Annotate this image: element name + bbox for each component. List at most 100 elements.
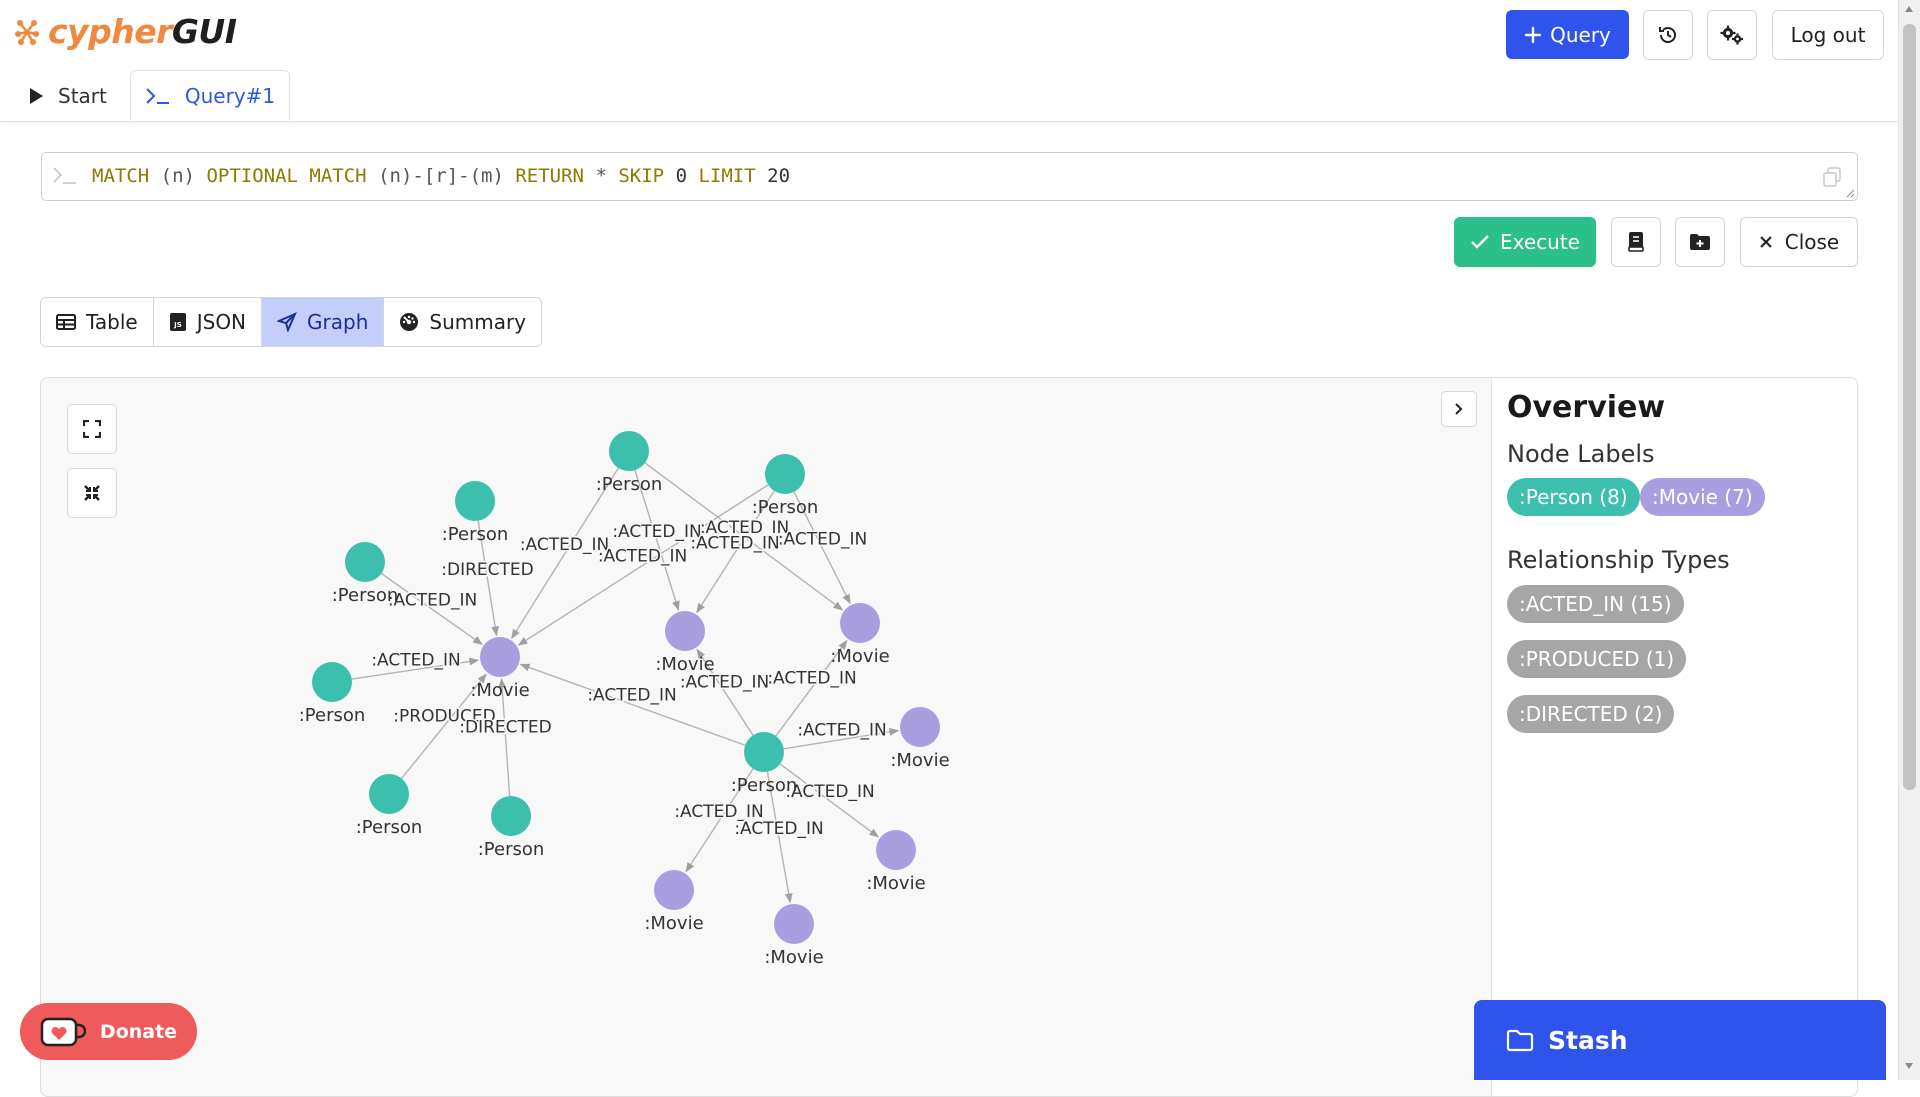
graph-edge-label: :DIRECTED — [459, 718, 551, 738]
donate-button[interactable]: Donate — [20, 1003, 197, 1060]
svg-text:JS: JS — [173, 321, 182, 329]
graph-node-person-P4[interactable]: :Person — [332, 542, 399, 606]
graph-node-label: :Movie — [890, 750, 949, 771]
logo-text-part1: cypher — [48, 12, 172, 51]
settings-button[interactable] — [1707, 10, 1757, 60]
collapse-sidebar-button[interactable] — [1441, 391, 1477, 427]
graph-edge-label: :ACTED_IN — [778, 530, 867, 550]
node-labels-heading: Node Labels — [1507, 440, 1655, 468]
fit-graph-button[interactable] — [67, 468, 117, 518]
relationship-produced-badge[interactable]: :PRODUCED (1) — [1507, 640, 1687, 678]
graph-node-circle[interactable] — [876, 830, 916, 870]
app-header: cypherGUI Query Log out Start Query#1 — [0, 0, 1898, 122]
graph-edge-labels: :ACTED_IN:ACTED_IN:ACTED_IN:ACTED_IN:ACT… — [370, 517, 888, 841]
view-json-button[interactable]: JS JSON — [153, 298, 263, 346]
graph-node-circle[interactable] — [369, 774, 409, 814]
graph-node-circle[interactable] — [665, 611, 705, 651]
graph-edge-label: :ACTED_IN — [680, 673, 769, 693]
query-token: 20 — [767, 165, 791, 187]
graph-node-person-P5[interactable]: :Person — [299, 662, 366, 726]
folder-plus-icon — [1689, 232, 1711, 252]
graph-node-circle[interactable] — [312, 662, 352, 702]
add-to-stash-button[interactable] — [1675, 217, 1725, 267]
graph-node-circle[interactable] — [345, 542, 385, 582]
view-summary-button[interactable]: Summary — [384, 298, 542, 346]
prompt-icon — [52, 165, 78, 185]
node-label-movie-badge[interactable]: :Movie (7) — [1640, 478, 1765, 516]
logout-button[interactable]: Log out — [1772, 10, 1884, 60]
graph-node-movie-M5[interactable]: :Movie — [866, 830, 926, 894]
graph-node-person-P2[interactable]: :Person — [752, 454, 819, 518]
scroll-up-arrow-icon[interactable] — [1904, 5, 1914, 13]
graph-node-person-P7[interactable]: :Person — [478, 796, 545, 860]
graph-node-movie-M6[interactable]: :Movie — [644, 870, 704, 934]
view-summary-label: Summary — [429, 310, 527, 334]
result-view-switcher: Table JS JSON Graph Summary — [40, 297, 543, 347]
graph-node-movie-M7[interactable]: :Movie — [764, 904, 824, 968]
view-graph-button[interactable]: Graph — [262, 298, 385, 346]
graph-node-label: :Person — [752, 497, 819, 518]
graph-node-movie-M4[interactable]: :Movie — [890, 707, 950, 771]
graph-edge-label: :ACTED_IN — [371, 651, 460, 671]
graph-edge-label: :DIRECTED — [441, 560, 533, 580]
graph-node-circle[interactable] — [654, 870, 694, 910]
graph-node-circle[interactable] — [840, 603, 880, 643]
graph-node-movie-M2[interactable]: :Movie — [655, 611, 715, 675]
graph-edge-label: :ACTED_IN — [785, 782, 874, 802]
view-table-button[interactable]: Table — [41, 298, 154, 346]
relationship-directed-badge[interactable]: :DIRECTED (2) — [1507, 695, 1675, 733]
stash-label: Stash — [1548, 1025, 1628, 1055]
node-label-person-badge[interactable]: :Person (8) — [1507, 478, 1640, 516]
graph-node-circle[interactable] — [609, 431, 649, 471]
app-logo[interactable]: cypherGUI — [12, 12, 237, 51]
graph-node-circle[interactable] — [900, 707, 940, 747]
execute-button[interactable]: Execute — [1454, 217, 1596, 267]
resize-handle-icon[interactable] — [1845, 188, 1855, 198]
query-token: (n)-[r]-(m) — [378, 165, 504, 187]
query-keyword: RETURN — [515, 165, 584, 187]
coffee-heart-icon — [40, 1017, 86, 1047]
graph-node-label: :Person — [596, 474, 663, 495]
graph-node-circle[interactable] — [765, 454, 805, 494]
view-json-label: JSON — [196, 310, 247, 334]
stash-drawer-button[interactable]: Stash — [1474, 1000, 1886, 1080]
graph-canvas[interactable]: :ACTED_IN:ACTED_IN:ACTED_IN:ACTED_IN:ACT… — [41, 378, 1491, 1097]
graph-node-movie-M3[interactable]: :Movie — [830, 603, 890, 667]
tab-start-label: Start — [58, 83, 107, 108]
query-editor[interactable]: MATCH (n) OPTIONAL MATCH (n)-[r]-(m) RET… — [41, 152, 1858, 201]
graph-node-person-P1[interactable]: :Person — [596, 431, 663, 495]
query-keyword: LIMIT — [698, 165, 756, 187]
fullscreen-button[interactable] — [67, 404, 117, 454]
scrollbar-thumb[interactable] — [1903, 24, 1916, 790]
graph-node-circle[interactable] — [744, 732, 784, 772]
new-query-button-label: Query — [1550, 22, 1611, 47]
graph-node-circle[interactable] — [455, 481, 495, 521]
donate-button-label: Donate — [99, 1020, 178, 1043]
copy-icon[interactable] — [1821, 166, 1843, 188]
graph-node-circle[interactable] — [774, 904, 814, 944]
graph-svg[interactable]: :ACTED_IN:ACTED_IN:ACTED_IN:ACTED_IN:ACT… — [41, 378, 1491, 1097]
graph-node-movie-M1[interactable]: :Movie — [470, 637, 530, 701]
close-query-button[interactable]: Close — [1740, 217, 1858, 267]
graph-edge-label: :ACTED_IN — [612, 522, 701, 542]
chevron-right-icon — [1454, 402, 1464, 416]
history-button[interactable] — [1643, 10, 1693, 60]
scroll-down-arrow-icon[interactable] — [1904, 1062, 1914, 1070]
page-scrollbar[interactable] — [1898, 0, 1920, 1080]
graph-node-circle[interactable] — [480, 637, 520, 677]
graph-edge-label: :ACTED_IN — [520, 535, 609, 555]
tab-start[interactable]: Start — [0, 70, 130, 121]
tab-query-1[interactable]: Query#1 — [130, 70, 290, 121]
graph-node-circle[interactable] — [491, 796, 531, 836]
graph-node-person-P3[interactable]: :Person — [442, 481, 509, 545]
graph-edge-label: :ACTED_IN — [587, 686, 676, 706]
new-query-button[interactable]: Query — [1506, 10, 1629, 59]
compress-arrows-icon — [83, 484, 101, 502]
graph-node-person-P8[interactable]: :Person — [731, 732, 798, 796]
graph-node-person-P6[interactable]: :Person — [356, 774, 423, 838]
relationship-acted-in-badge[interactable]: :ACTED_IN (15) — [1507, 585, 1684, 623]
graph-panel: :ACTED_IN:ACTED_IN:ACTED_IN:ACTED_IN:ACT… — [40, 377, 1858, 1097]
graph-node-label: :Movie — [470, 680, 529, 701]
saved-queries-button[interactable] — [1611, 217, 1661, 267]
graph-edge-label: :ACTED_IN — [388, 591, 477, 611]
